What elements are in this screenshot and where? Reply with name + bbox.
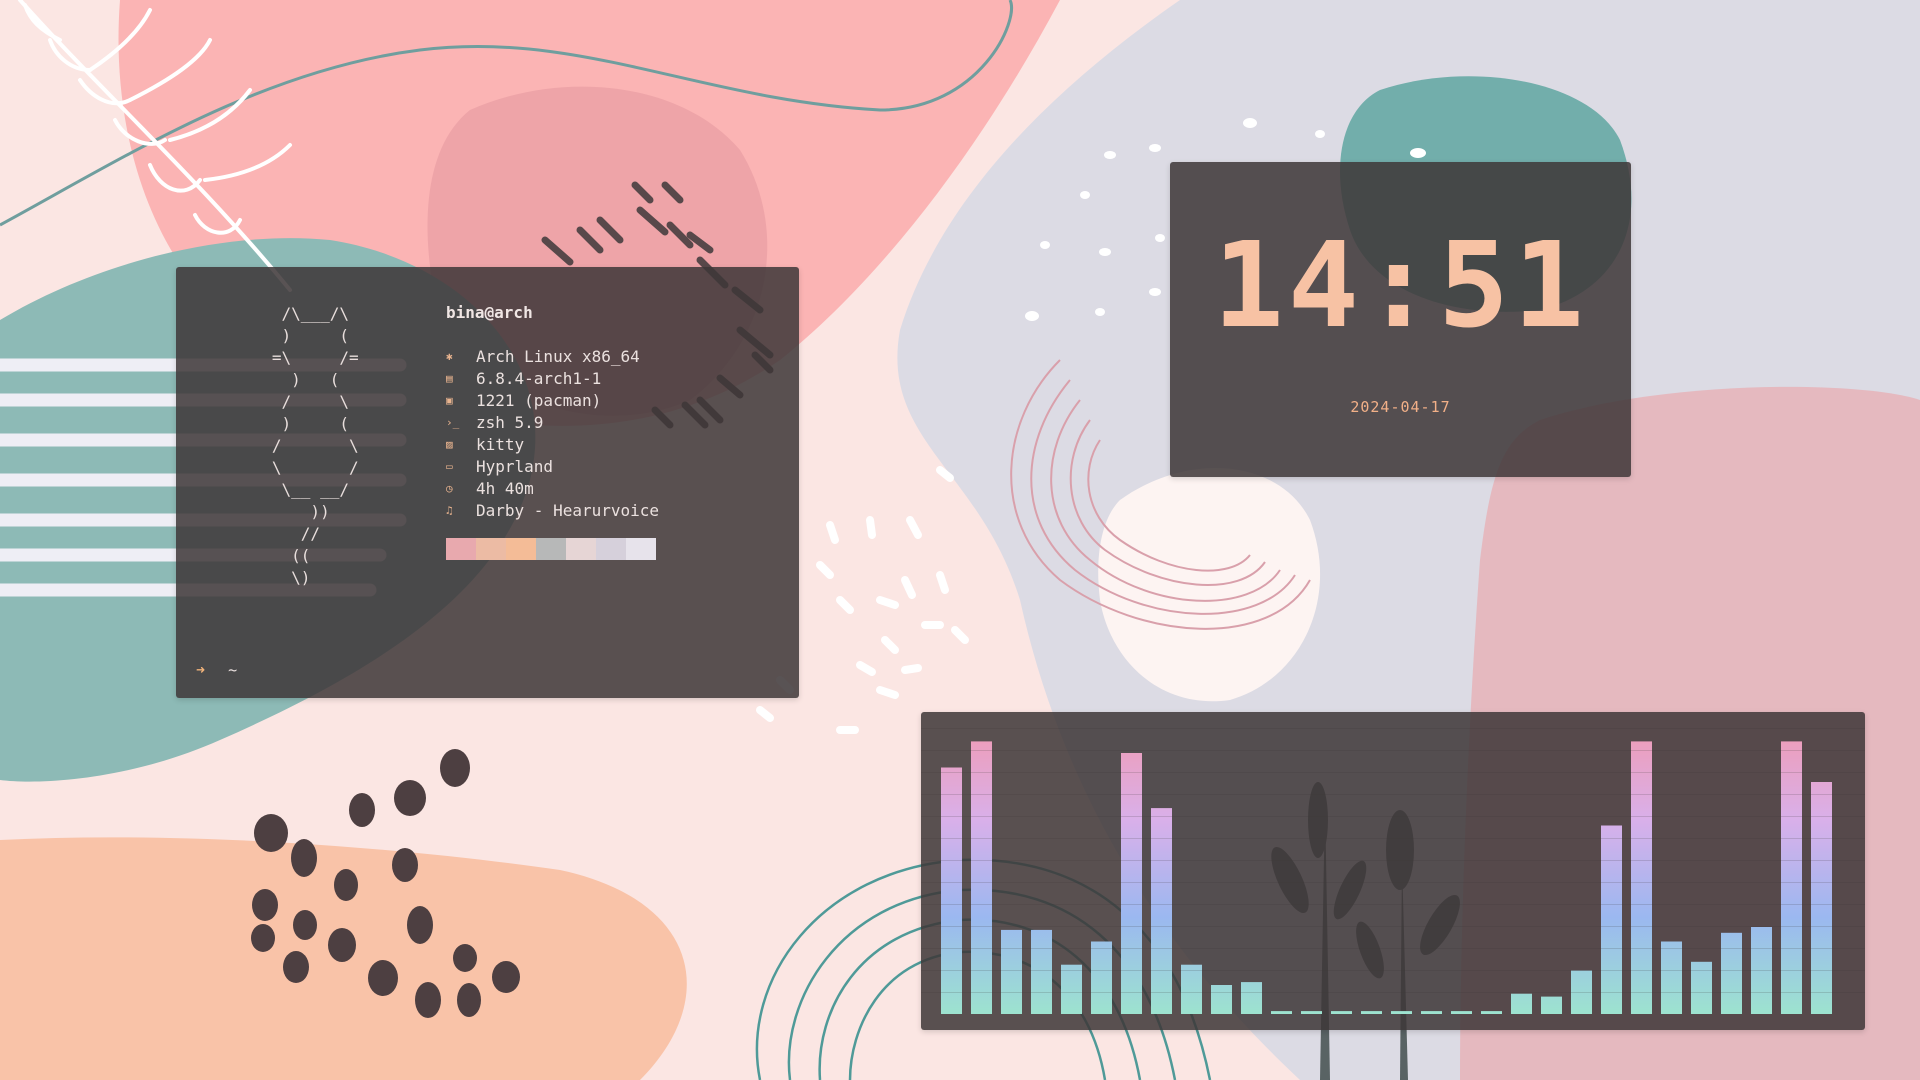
palette-swatch xyxy=(566,538,596,560)
info-value-wm: Hyprland xyxy=(476,457,554,476)
bar-segment-line xyxy=(921,992,1865,993)
visualizer-bar xyxy=(1421,1011,1442,1014)
visualizer-bar xyxy=(1091,941,1112,1014)
visualizer-bar xyxy=(1511,993,1532,1014)
palette-swatch xyxy=(536,538,566,560)
info-value-os: Arch Linux x86_64 xyxy=(476,347,640,366)
user-host: bina@arch xyxy=(446,303,533,322)
bar-segment-line xyxy=(921,904,1865,905)
visualizer-bar xyxy=(1181,964,1202,1014)
gear-icon: ✱ xyxy=(446,350,453,363)
visualizer-bar xyxy=(1691,961,1712,1014)
shell-prompt-icon: ›_ xyxy=(446,416,460,429)
info-row-kernel: ▤ 6.8.4-arch1-1 xyxy=(446,368,659,390)
package-icon: ▣ xyxy=(446,394,453,407)
visualizer-bar xyxy=(1121,753,1142,1014)
bar-segment-line xyxy=(921,816,1865,817)
bar-segment-line xyxy=(921,860,1865,861)
bar-segment-line xyxy=(921,750,1865,751)
info-row-uptime: ◷ 4h 40m xyxy=(446,478,659,500)
visualizer-bars xyxy=(921,728,1865,1014)
visualizer-bar xyxy=(1361,1011,1382,1014)
visualizer-bar xyxy=(1541,996,1562,1014)
bar-segment-line xyxy=(921,794,1865,795)
info-row-wm: ▭ Hyprland xyxy=(446,456,659,478)
visualizer-bar xyxy=(1271,1011,1292,1014)
clock-date: 2024-04-17 xyxy=(1350,398,1451,416)
audio-visualizer xyxy=(921,712,1865,1030)
info-value-shell: zsh 5.9 xyxy=(476,413,544,432)
prompt-arrow-icon: ➜ xyxy=(196,661,206,679)
system-info: bina@arch ✱ Arch Linux x86_64 ▤ 6.8.4-ar… xyxy=(446,302,659,560)
palette-swatch xyxy=(596,538,626,560)
visualizer-bar xyxy=(1241,982,1262,1014)
info-value-music: Darby - Hearurvoice xyxy=(476,501,660,520)
palette-swatch xyxy=(476,538,506,560)
visualizer-bar xyxy=(1301,1011,1322,1014)
visualizer-bar xyxy=(1061,964,1082,1014)
visualizer-bar xyxy=(971,741,992,1014)
visualizer-bar xyxy=(1601,825,1622,1014)
info-value-uptime: 4h 40m xyxy=(476,479,534,498)
visualizer-bar xyxy=(1331,1011,1352,1014)
visualizer-bar xyxy=(941,767,962,1014)
palette-swatch xyxy=(626,538,656,560)
visualizer-bar xyxy=(1661,941,1682,1014)
info-value-packages: 1221 (pacman) xyxy=(476,391,602,410)
music-note-icon: ♫ xyxy=(446,504,453,517)
window-icon: ▭ xyxy=(446,460,453,473)
bar-segment-line xyxy=(921,970,1865,971)
bar-segment-line xyxy=(921,728,1865,729)
palette-swatch xyxy=(506,538,536,560)
bar-segment-line xyxy=(921,838,1865,839)
terminal-icon: ▨ xyxy=(446,438,453,451)
visualizer-bar xyxy=(1631,741,1652,1014)
info-row-packages: ▣ 1221 (pacman) xyxy=(446,390,659,412)
info-row-terminal: ▨ kitty xyxy=(446,434,659,456)
visualizer-bar xyxy=(1391,1011,1412,1014)
clock-icon: ◷ xyxy=(446,482,453,495)
color-palette xyxy=(446,538,659,560)
info-row-shell: ›_ zsh 5.9 xyxy=(446,412,659,434)
ascii-cat-logo: /\___/\ ) ( =\ /= ) ( / \ ) ( / \ \ / \_… xyxy=(271,304,359,587)
bar-segment-line xyxy=(921,926,1865,927)
visualizer-bar xyxy=(1031,929,1052,1014)
info-value-kernel: 6.8.4-arch1-1 xyxy=(476,369,602,388)
visualizer-bar xyxy=(1481,1011,1502,1014)
prompt-path: ~ xyxy=(228,661,238,679)
clock-time: 14:51 xyxy=(1212,216,1589,354)
info-value-terminal: kitty xyxy=(476,435,525,454)
info-row-music: ♫ Darby - Hearurvoice xyxy=(446,500,659,522)
palette-swatch xyxy=(446,538,476,560)
bar-segment-line xyxy=(921,948,1865,949)
terminal-window[interactable]: /\___/\ ) ( =\ /= ) ( / \ ) ( / \ \ / \_… xyxy=(176,267,799,698)
chip-icon: ▤ xyxy=(446,372,453,385)
bar-segment-line xyxy=(921,772,1865,773)
visualizer-bar xyxy=(1001,929,1022,1014)
bar-segment-line xyxy=(921,882,1865,883)
visualizer-bar xyxy=(1721,932,1742,1014)
info-row-os: ✱ Arch Linux x86_64 xyxy=(446,346,659,368)
visualizer-bar xyxy=(1781,741,1802,1014)
visualizer-bar xyxy=(1451,1011,1472,1014)
visualizer-bar xyxy=(1211,985,1232,1014)
clock-widget: 14:51 2024-04-17 xyxy=(1170,162,1631,477)
shell-prompt[interactable]: ➜ ~ xyxy=(196,661,237,679)
